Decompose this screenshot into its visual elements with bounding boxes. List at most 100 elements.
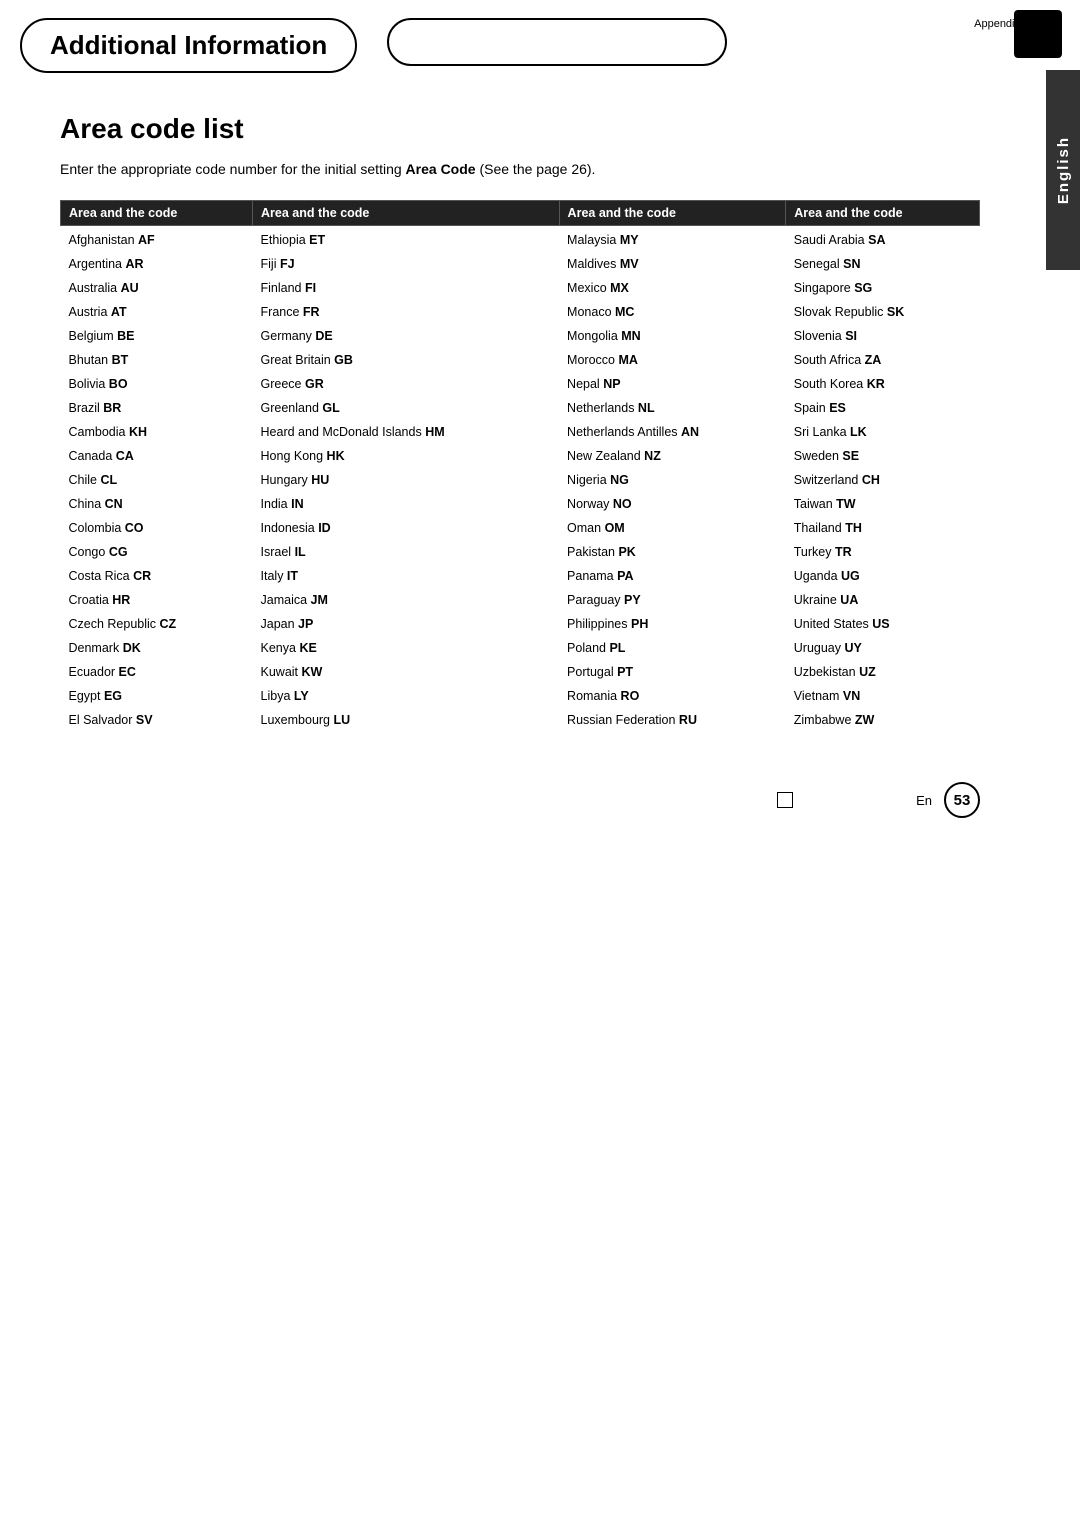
table-cell: Oman OM (559, 516, 786, 540)
table-cell: Austria AT (61, 300, 253, 324)
table-cell: Netherlands Antilles AN (559, 420, 786, 444)
table-cell: Saudi Arabia SA (786, 226, 980, 253)
table-cell: Poland PL (559, 636, 786, 660)
table-cell: Bolivia BO (61, 372, 253, 396)
table-row: Canada CAHong Kong HKNew Zealand NZSwede… (61, 444, 980, 468)
table-cell: Kuwait KW (253, 660, 560, 684)
table-cell: Malaysia MY (559, 226, 786, 253)
english-sidebar: English (1046, 70, 1080, 270)
footer-right: En 53 (916, 782, 980, 818)
table-cell: Hong Kong HK (253, 444, 560, 468)
table-row: China CNIndia INNorway NOTaiwan TW (61, 492, 980, 516)
table-row: Egypt EGLibya LYRomania ROVietnam VN (61, 684, 980, 708)
table-cell: Cambodia KH (61, 420, 253, 444)
table-cell: Sri Lanka LK (786, 420, 980, 444)
header-right-pill (387, 18, 727, 66)
table-cell: Germany DE (253, 324, 560, 348)
footer: En 53 (0, 772, 1040, 828)
table-cell: Vietnam VN (786, 684, 980, 708)
table-cell: Argentina AR (61, 252, 253, 276)
table-cell: Norway NO (559, 492, 786, 516)
table-cell: Japan JP (253, 612, 560, 636)
table-cell: Taiwan TW (786, 492, 980, 516)
table-row: Bolivia BOGreece GRNepal NPSouth Korea K… (61, 372, 980, 396)
table-row: Ecuador ECKuwait KWPortugal PTUzbekistan… (61, 660, 980, 684)
table-cell: Congo CG (61, 540, 253, 564)
table-row: Denmark DKKenya KEPoland PLUruguay UY (61, 636, 980, 660)
table-cell: China CN (61, 492, 253, 516)
table-cell: Maldives MV (559, 252, 786, 276)
table-cell: Nigeria NG (559, 468, 786, 492)
table-cell: Hungary HU (253, 468, 560, 492)
table-cell: Senegal SN (786, 252, 980, 276)
table-row: Afghanistan AFEthiopia ETMalaysia MYSaud… (61, 226, 980, 253)
table-cell: Slovenia SI (786, 324, 980, 348)
table-cell: Australia AU (61, 276, 253, 300)
table-cell: Russian Federation RU (559, 708, 786, 732)
en-label: En (916, 793, 932, 808)
table-cell: Sweden SE (786, 444, 980, 468)
col-header-3: Area and the code (559, 201, 786, 226)
table-cell: Romania RO (559, 684, 786, 708)
table-cell: Morocco MA (559, 348, 786, 372)
col-header-1: Area and the code (61, 201, 253, 226)
table-cell: Colombia CO (61, 516, 253, 540)
table-row: Australia AUFinland FIMexico MXSingapore… (61, 276, 980, 300)
table-cell: Uganda UG (786, 564, 980, 588)
table-cell: Thailand TH (786, 516, 980, 540)
table-cell: Greenland GL (253, 396, 560, 420)
table-row: Costa Rica CRItaly ITPanama PAUganda UG (61, 564, 980, 588)
col-header-4: Area and the code (786, 201, 980, 226)
table-cell: Mexico MX (559, 276, 786, 300)
table-cell: Italy IT (253, 564, 560, 588)
table-cell: Heard and McDonald Islands HM (253, 420, 560, 444)
table-cell: Chile CL (61, 468, 253, 492)
header-black-box (1014, 10, 1062, 58)
main-content: Area code list Enter the appropriate cod… (0, 73, 1040, 772)
intro-text: Enter the appropriate code number for th… (60, 159, 620, 180)
table-cell: Singapore SG (786, 276, 980, 300)
table-cell: Pakistan PK (559, 540, 786, 564)
table-cell: Paraguay PY (559, 588, 786, 612)
table-cell: Finland FI (253, 276, 560, 300)
table-row: Belgium BEGermany DEMongolia MNSlovenia … (61, 324, 980, 348)
table-row: Bhutan BTGreat Britain GBMorocco MASouth… (61, 348, 980, 372)
col-header-2: Area and the code (253, 201, 560, 226)
table-cell: Greece GR (253, 372, 560, 396)
table-cell: Jamaica JM (253, 588, 560, 612)
page-title: Additional Information (20, 18, 357, 73)
table-cell: Afghanistan AF (61, 226, 253, 253)
table-cell: South Africa ZA (786, 348, 980, 372)
top-bar: Additional Information Appendix (0, 0, 1080, 73)
table-cell: Monaco MC (559, 300, 786, 324)
table-cell: Philippines PH (559, 612, 786, 636)
table-cell: Slovak Republic SK (786, 300, 980, 324)
table-cell: Uruguay UY (786, 636, 980, 660)
table-cell: Nepal NP (559, 372, 786, 396)
appendix-label: Appendix (974, 18, 1020, 30)
table-cell: Zimbabwe ZW (786, 708, 980, 732)
table-cell: Ukraine UA (786, 588, 980, 612)
table-row: Colombia COIndonesia IDOman OMThailand T… (61, 516, 980, 540)
section-title: Area code list (60, 113, 980, 145)
table-cell: El Salvador SV (61, 708, 253, 732)
table-cell: Ethiopia ET (253, 226, 560, 253)
table-cell: New Zealand NZ (559, 444, 786, 468)
table-cell: Czech Republic CZ (61, 612, 253, 636)
table-row: Brazil BRGreenland GLNetherlands NLSpain… (61, 396, 980, 420)
english-label: English (1055, 136, 1072, 204)
table-cell: India IN (253, 492, 560, 516)
table-cell: Egypt EG (61, 684, 253, 708)
table-cell: Portugal PT (559, 660, 786, 684)
table-cell: Costa Rica CR (61, 564, 253, 588)
table-cell: United States US (786, 612, 980, 636)
table-cell: Fiji FJ (253, 252, 560, 276)
table-row: Croatia HRJamaica JMParaguay PYUkraine U… (61, 588, 980, 612)
table-cell: Great Britain GB (253, 348, 560, 372)
table-row: Congo CGIsrael ILPakistan PKTurkey TR (61, 540, 980, 564)
table-cell: Brazil BR (61, 396, 253, 420)
table-cell: Kenya KE (253, 636, 560, 660)
table-cell: Turkey TR (786, 540, 980, 564)
area-table: Area and the code Area and the code Area… (60, 200, 980, 732)
table-row: Chile CLHungary HUNigeria NGSwitzerland … (61, 468, 980, 492)
